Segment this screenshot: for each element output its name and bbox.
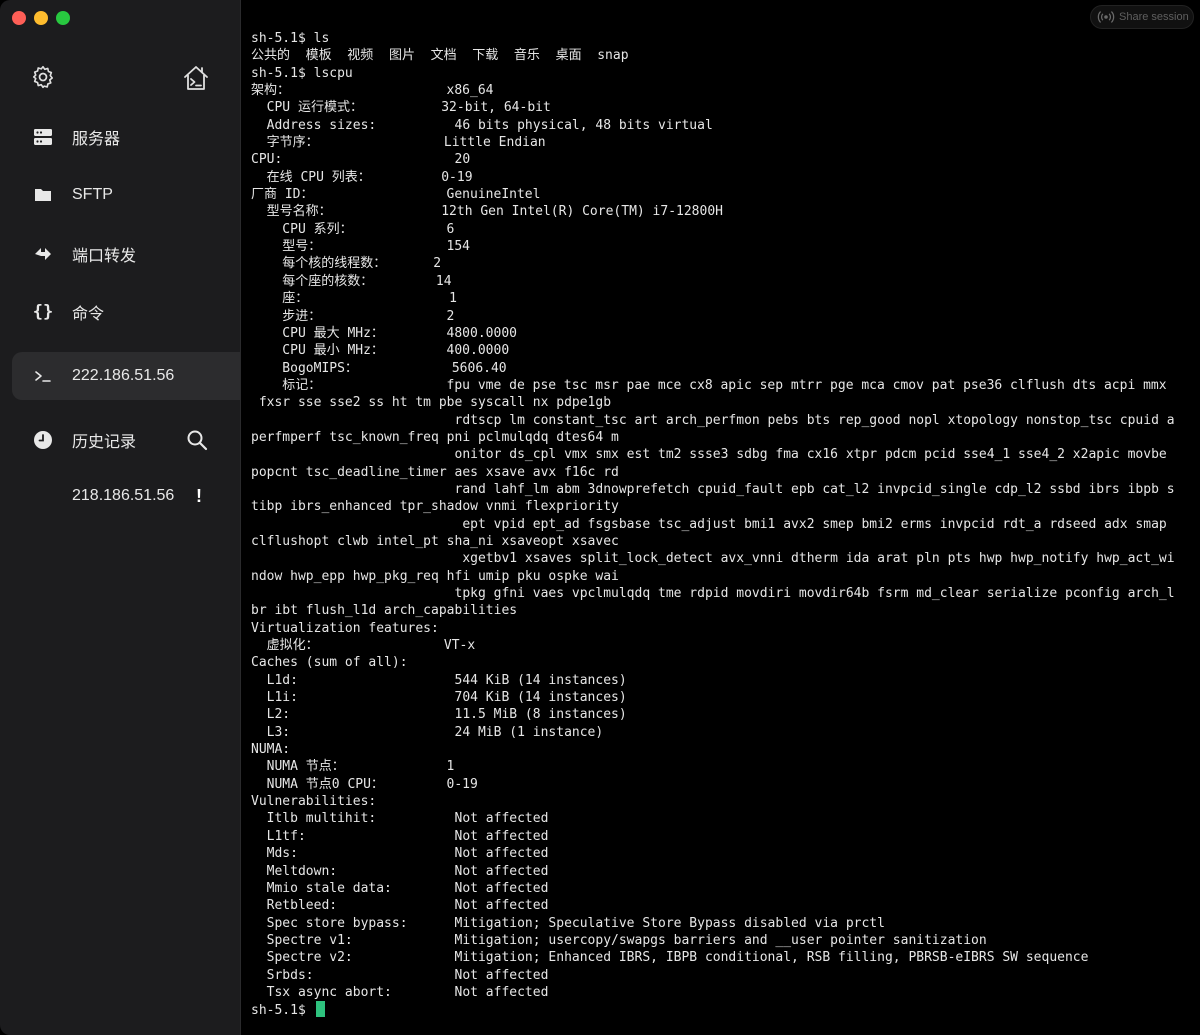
broadcast-icon bbox=[1097, 11, 1115, 23]
warning-badge: ! bbox=[196, 485, 202, 506]
sidebar-item-label: 端口转发 bbox=[72, 248, 137, 265]
terminal-pane[interactable]: Share session sh-5.1$ ls 公共的 模板 视频 图片 文档 … bbox=[241, 0, 1200, 1035]
terminal-line: rdtscp lm constant_tsc art arch_perfmon … bbox=[251, 412, 1175, 428]
terminal-prompt: sh-5.1$ bbox=[251, 1003, 314, 1019]
clock-icon bbox=[32, 429, 54, 451]
terminal-line: Virtualization features: bbox=[251, 620, 439, 636]
terminal-line: 型号名称： 12th Gen Intel(R) Core(TM) i7-1280… bbox=[251, 204, 723, 220]
terminal-line: 每个核的线程数： 2 bbox=[251, 256, 442, 272]
sidebar-item-sftp[interactable]: SFTP bbox=[0, 175, 240, 215]
terminal-line: L2: 11.5 MiB (8 instances) bbox=[251, 707, 627, 723]
port-forward-icon bbox=[32, 243, 54, 265]
terminal-line: 架构： x86_64 bbox=[251, 83, 494, 99]
terminal-line: Caches (sum of all): bbox=[251, 655, 408, 671]
terminal-line: L1d: 544 KiB (14 instances) bbox=[251, 672, 627, 688]
terminal-line: fxsr sse sse2 ss ht tm pbe syscall nx pd… bbox=[251, 395, 612, 411]
terminal-line: xgetbv1 xsaves split_lock_detect avx_vnn… bbox=[251, 551, 1175, 567]
terminal-line: CPU 系列： 6 bbox=[251, 221, 455, 237]
terminal-line: Vulnerabilities: bbox=[251, 794, 377, 810]
terminal-line: 每个座的核数： 14 bbox=[251, 273, 452, 289]
window-controls bbox=[12, 11, 70, 25]
sidebar: 服务器 SFTP 端口转发 {} 命令 222.186.51.56 历史记录 2… bbox=[0, 0, 241, 1035]
sidebar-session-active[interactable]: 222.186.51.56 bbox=[12, 352, 240, 400]
maximize-window-button[interactable] bbox=[56, 11, 70, 25]
terminal-line: Address sizes: 46 bits physical, 48 bits… bbox=[251, 117, 713, 133]
terminal-output: sh-5.1$ ls 公共的 模板 视频 图片 文档 下载 音乐 桌面 snap s… bbox=[251, 30, 1191, 1019]
minimize-window-button[interactable] bbox=[34, 11, 48, 25]
terminal-line: 型号： 154 bbox=[251, 239, 471, 255]
share-session-button[interactable]: Share session bbox=[1090, 5, 1194, 29]
folder-icon bbox=[32, 184, 54, 206]
terminal-line: Spec store bypass: Mitigation; Speculati… bbox=[251, 915, 885, 931]
terminal-line: Retbleed: Not affected bbox=[251, 898, 549, 914]
terminal-prompt-icon bbox=[32, 365, 54, 387]
terminal-line: CPU: 20 bbox=[251, 152, 471, 168]
terminal-line: br ibt flush_l1d arch_capabilities bbox=[251, 603, 518, 619]
terminal-line: tpkg gfni vaes vpclmulqdq tme rdpid movd… bbox=[251, 586, 1175, 601]
terminal-line: L3: 24 MiB (1 instance) bbox=[251, 724, 604, 740]
terminal-line: L1tf: Not affected bbox=[251, 828, 549, 844]
terminal-line: sh-5.1$ lscpu bbox=[251, 65, 353, 81]
sidebar-item-label: SFTP bbox=[72, 186, 113, 203]
history-item[interactable]: 218.186.51.56 ! bbox=[0, 476, 240, 516]
server-icon bbox=[32, 126, 54, 148]
terminal-line: CPU 最大 MHz： 4800.0000 bbox=[251, 325, 517, 341]
terminal-line: ndow hwp_epp hwp_pkg_req hfi umip pku os… bbox=[251, 568, 619, 584]
search-icon[interactable] bbox=[186, 429, 208, 451]
terminal-line: rand lahf_lm abm 3dnowprefetch cpuid_fau… bbox=[251, 481, 1175, 497]
terminal-line: 虚拟化： VT-x bbox=[251, 638, 476, 654]
terminal-line: Srbds: Not affected bbox=[251, 967, 549, 983]
sidebar-item-commands[interactable]: {} 命令 bbox=[0, 292, 240, 332]
terminal-line: popcnt tsc_deadline_timer aes xsave avx … bbox=[251, 464, 619, 480]
session-label: 222.186.51.56 bbox=[72, 367, 175, 384]
sidebar-top-icons bbox=[30, 64, 210, 92]
app-window: 服务器 SFTP 端口转发 {} 命令 222.186.51.56 历史记录 2… bbox=[0, 0, 1200, 1035]
terminal-line: Itlb multihit: Not affected bbox=[251, 811, 549, 827]
terminal-line: NUMA 节点0 CPU： 0-19 bbox=[251, 776, 478, 792]
terminal-prompt-line: sh-5.1$ bbox=[251, 1001, 1191, 1018]
terminal-line: 厂商 ID： GenuineIntel bbox=[251, 187, 541, 203]
terminal-line: 座： 1 bbox=[251, 291, 458, 307]
gear-icon[interactable] bbox=[30, 64, 56, 90]
terminal-line: clflushopt clwb intel_pt sha_ni xsaveopt… bbox=[251, 533, 619, 549]
terminal-line: Tsx async abort: Not affected bbox=[251, 984, 549, 1000]
terminal-line: sh-5.1$ ls bbox=[251, 31, 330, 46]
terminal-line: Spectre v1: Mitigation; usercopy/swapgs … bbox=[251, 932, 987, 948]
terminal-line: 在线 CPU 列表： 0-19 bbox=[251, 169, 473, 185]
sidebar-item-history[interactable]: 历史记录 bbox=[0, 420, 240, 460]
terminal-line: CPU 运行模式： 32-bit, 64-bit bbox=[251, 100, 551, 116]
sidebar-item-label: 命令 bbox=[72, 306, 105, 323]
terminal-line: 字节序： Little Endian bbox=[251, 135, 546, 151]
share-session-label: Share session bbox=[1119, 11, 1189, 23]
terminal-line: Mmio stale data: Not affected bbox=[251, 880, 549, 896]
terminal-line: CPU 最小 MHz： 400.0000 bbox=[251, 343, 510, 359]
sidebar-item-port-forwarding[interactable]: 端口转发 bbox=[0, 234, 240, 274]
terminal-line: NUMA 节点： 1 bbox=[251, 759, 455, 775]
terminal-line: onitor ds_cpl vmx smx est tm2 ssse3 sdbg… bbox=[251, 447, 1167, 463]
sidebar-item-label: 历史记录 bbox=[72, 434, 137, 451]
terminal-line: Spectre v2: Mitigation; Enhanced IBRS, I… bbox=[251, 950, 1089, 966]
braces-icon: {} bbox=[32, 302, 54, 322]
history-item-label: 218.186.51.56 bbox=[72, 487, 175, 504]
terminal-line: NUMA: bbox=[251, 742, 291, 758]
terminal-line: tibp ibrs_enhanced tpr_shadow vnmi flexp… bbox=[251, 499, 619, 515]
terminal-line: Meltdown: Not affected bbox=[251, 863, 549, 879]
home-terminal-icon[interactable] bbox=[182, 64, 210, 92]
terminal-line: 步进： 2 bbox=[251, 308, 455, 324]
terminal-line: L1i: 704 KiB (14 instances) bbox=[251, 690, 627, 706]
sidebar-item-label: 服务器 bbox=[72, 131, 121, 148]
terminal-line: 公共的 模板 视频 图片 文档 下载 音乐 桌面 snap bbox=[251, 48, 629, 64]
terminal-line: BogoMIPS： 5606.40 bbox=[251, 360, 507, 376]
terminal-line: ept vpid ept_ad fsgsbase tsc_adjust bmi1… bbox=[251, 516, 1167, 532]
terminal-cursor bbox=[315, 1001, 325, 1018]
terminal-line: Mds: Not affected bbox=[251, 846, 549, 862]
terminal-line: 标记： fpu vme de pse tsc msr pae mce cx8 a… bbox=[251, 377, 1167, 393]
sidebar-item-servers[interactable]: 服务器 bbox=[0, 117, 240, 157]
terminal-line: perfmperf tsc_known_freq pni pclmulqdq d… bbox=[251, 429, 619, 445]
close-window-button[interactable] bbox=[12, 11, 26, 25]
